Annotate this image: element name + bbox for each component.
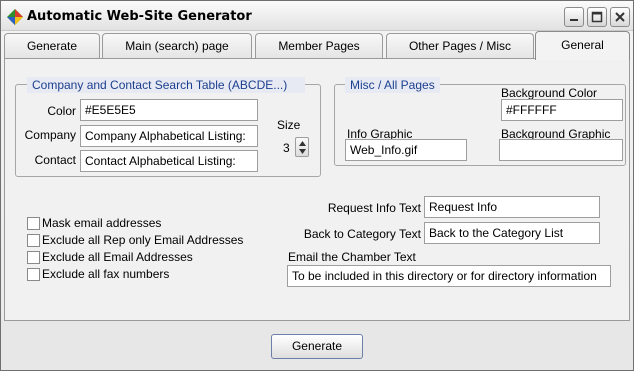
app-window: Automatic Web-Site Generator Generate Ma… <box>0 0 634 371</box>
maximize-button[interactable] <box>587 7 607 27</box>
size-spinner[interactable] <box>295 137 309 157</box>
general-tab-panel: Company and Contact Search Table (ABCDE.… <box>4 58 630 321</box>
tab-generate[interactable]: Generate <box>4 33 100 59</box>
request-info-label: Request Info Text <box>327 201 421 215</box>
tab-main-search-page[interactable]: Main (search) page <box>102 33 252 59</box>
info-graphic-field[interactable]: Web_Info.gif <box>345 139 467 161</box>
request-info-field[interactable]: Request Info <box>424 196 600 218</box>
email-chamber-label: Email the Chamber Text <box>288 250 416 264</box>
checkbox-box[interactable] <box>27 251 40 264</box>
window-title: Automatic Web-Site Generator <box>27 9 252 24</box>
spin-up-button[interactable] <box>296 138 308 147</box>
background-graphic-field[interactable] <box>499 139 623 161</box>
back-to-category-label: Back to Category Text <box>303 227 421 241</box>
checkbox-box[interactable] <box>27 234 40 247</box>
background-color-label: Background Color <box>501 86 598 100</box>
contact-field[interactable]: Contact Alphabetical Listing: <box>80 150 258 172</box>
checkbox-label[interactable]: Exclude all Rep only Email Addresses <box>42 233 243 247</box>
checkbox-box[interactable] <box>27 268 40 281</box>
minimize-button[interactable] <box>564 7 584 27</box>
email-chamber-field[interactable]: To be included in this directory or for … <box>287 265 611 287</box>
diamond-app-icon <box>7 9 23 25</box>
contact-label: Contact <box>34 153 76 167</box>
color-field[interactable]: #E5E5E5 <box>80 99 258 121</box>
checkbox-box[interactable] <box>27 217 40 230</box>
company-label: Company <box>24 128 76 142</box>
back-to-category-field[interactable]: Back to the Category List <box>424 222 600 244</box>
tab-other-pages-misc[interactable]: Other Pages / Misc <box>386 33 534 59</box>
checkbox-label[interactable]: Exclude all fax numbers <box>42 267 169 281</box>
background-color-field[interactable]: #FFFFFF <box>501 99 623 121</box>
checkbox-label[interactable]: Mask email addresses <box>42 216 161 230</box>
tab-strip: Generate Main (search) page Member Pages… <box>1 31 633 60</box>
company-field[interactable]: Company Alphabetical Listing: <box>80 125 258 147</box>
size-label: Size <box>277 118 301 132</box>
generate-button[interactable]: Generate <box>271 334 363 359</box>
company-contact-group: Company and Contact Search Table (ABCDE.… <box>15 77 321 177</box>
misc-all-pages-group: Misc / All Pages Background Color #FFFFF… <box>334 77 626 166</box>
footer-bar: Generate <box>1 321 633 370</box>
misc-group-title: Misc / All Pages <box>345 77 440 93</box>
color-label: Color <box>47 104 76 118</box>
size-value[interactable]: 3 <box>283 141 290 155</box>
close-button[interactable] <box>610 7 630 27</box>
title-bar[interactable]: Automatic Web-Site Generator <box>1 1 633 31</box>
spin-down-button[interactable] <box>296 147 308 156</box>
company-contact-group-title: Company and Contact Search Table (ABCDE.… <box>27 77 305 93</box>
tab-general[interactable]: General <box>535 31 630 60</box>
tab-member-pages[interactable]: Member Pages <box>255 33 383 59</box>
checkbox-label[interactable]: Exclude all Email Addresses <box>42 250 193 264</box>
